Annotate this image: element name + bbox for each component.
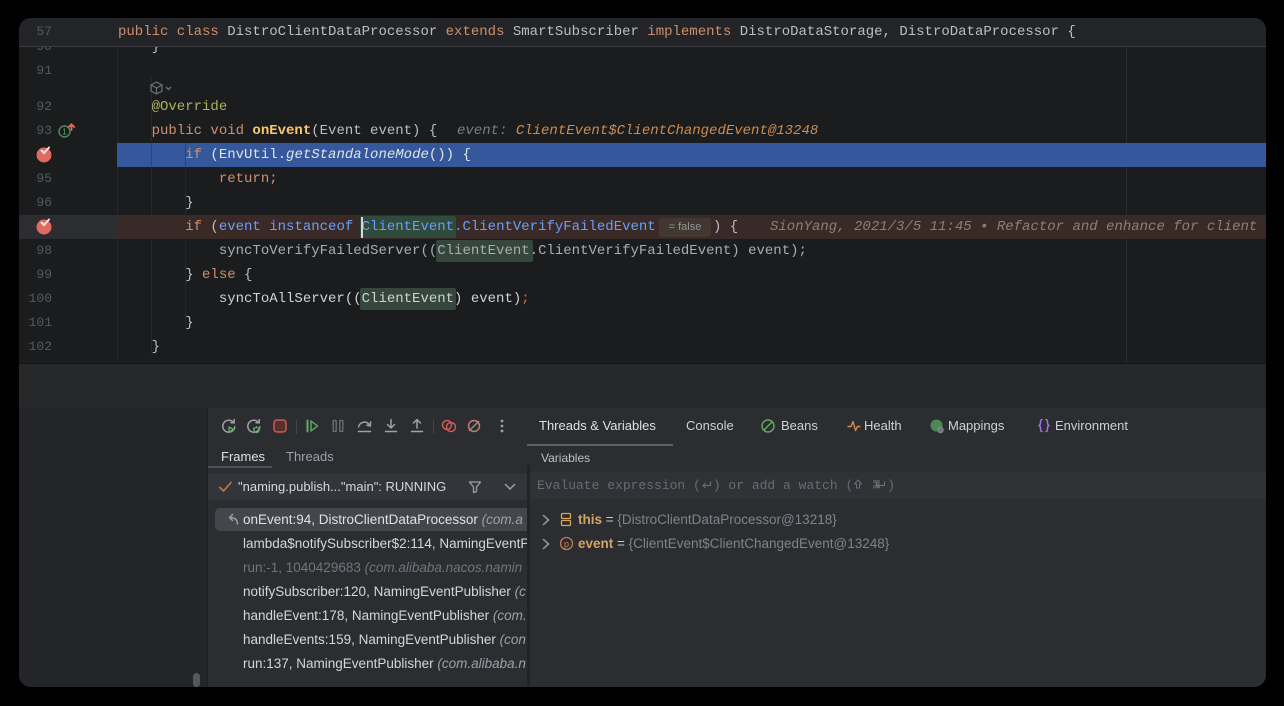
svg-text:p: p [564,539,569,549]
svg-text:1: 1 [62,128,67,137]
